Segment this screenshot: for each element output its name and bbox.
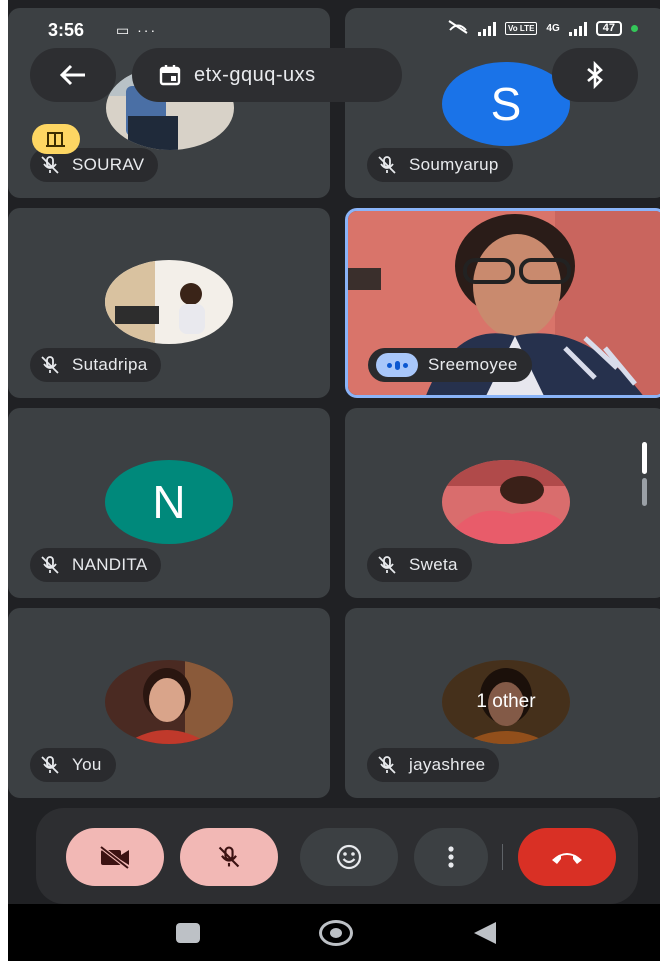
participant-name-tag: You [30,748,116,782]
reactions-button[interactable] [300,828,398,886]
camera-off-icon [99,845,130,870]
camera-toggle-button[interactable] [66,828,164,886]
participant-name: Soumyarup [409,155,499,174]
participant-name: jayashree [409,755,486,774]
home-button[interactable] [319,920,353,946]
participant-name-tag: Sweta [367,548,472,582]
more-options-button[interactable] [414,828,488,886]
more-vert-icon [448,846,454,868]
participant-name-tag: Soumyarup [367,148,513,182]
speaking-indicator-icon [376,353,418,377]
call-end-icon [552,853,582,864]
avatar-letter: S [442,62,570,146]
participant-name-tag: Sutadripa [30,348,162,382]
participant-tile-sweta[interactable]: Sweta [345,408,660,598]
participant-tile-sutadripa[interactable]: Sutadripa [8,208,330,398]
calendar-icon [159,65,181,86]
meeting-code: etx-gquq-uxs [194,63,316,86]
arrow-left-icon [59,64,85,86]
avatar: 1 other [442,660,570,744]
status-right-icons: Vo LTE 4G 47 [447,19,638,38]
participant-tile-nandita[interactable]: N NANDITA [8,408,330,598]
avatar [442,460,570,544]
signal-icon-2 [568,21,587,36]
mic-off-icon [38,553,62,577]
mute-icon [447,19,469,38]
participant-name: Sreemoyee [428,355,518,374]
volte-icon: Vo LTE [505,22,538,35]
raised-hand-badge [32,124,80,154]
participant-tile-sreemoyee[interactable]: Sreemoyee [345,208,660,398]
back-button[interactable] [30,48,116,102]
call-controls [36,808,638,904]
avatar [105,660,233,744]
participant-name: Sweta [409,555,458,574]
bluetooth-icon [587,61,603,89]
controls-divider [502,844,503,870]
mic-toggle-button[interactable] [180,828,278,886]
participant-name: SOURAV [72,155,145,174]
mic-off-icon [38,153,62,177]
participant-tile-jayashree[interactable]: 1 other jayashree [345,608,660,798]
scrollbar-thumb[interactable] [642,442,647,474]
participant-name-tag: Sreemoyee [368,348,532,382]
participant-name-tag: NANDITA [30,548,162,582]
signal-icon [478,21,497,36]
scrollbar-track[interactable] [642,478,647,506]
mic-off-icon [375,753,399,777]
mic-off-icon [38,753,62,777]
participant-name: You [72,755,102,774]
avatar-letter: N [105,460,233,544]
participant-name: NANDITA [72,555,148,574]
mic-off-icon [218,846,240,868]
system-navigation-bar [8,904,660,961]
raised-hand-icon [46,132,65,147]
back-nav-button[interactable] [474,922,496,944]
recents-button[interactable] [176,923,200,943]
participant-name: Sutadripa [72,355,148,374]
network-label: 4G [546,23,560,34]
notification-icons: ▭ ··· [116,22,158,38]
mic-off-icon [375,153,399,177]
privacy-indicator-icon [631,25,638,32]
meet-call-screen: 3:56 ▭ ··· Vo LTE 4G 47 SOURAV S Soumyar… [8,0,660,961]
battery-icon: 47 [595,21,622,36]
participant-name-tag: jayashree [367,748,500,782]
status-time: 3:56 [48,20,85,40]
status-bar: 3:56 ▭ ··· Vo LTE 4G 47 [8,0,660,44]
end-call-button[interactable] [518,828,616,886]
audio-output-button[interactable] [552,48,638,102]
participant-tile-you[interactable]: You [8,608,330,798]
meeting-info-button[interactable]: etx-gquq-uxs [132,48,402,102]
emoji-icon [336,844,362,870]
mic-off-icon [375,553,399,577]
avatar [105,260,233,344]
other-participants-label: 1 other [442,660,570,744]
mic-off-icon [38,353,62,377]
